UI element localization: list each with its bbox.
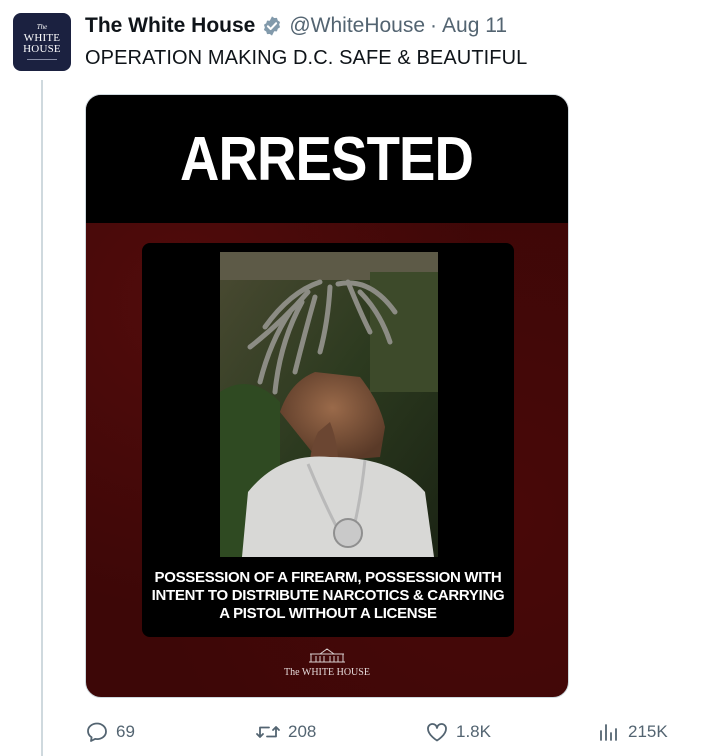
banner-title: ARRESTED [180,124,474,194]
tweet-text: OPERATION MAKING D.C. SAFE & BEAUTIFUL [85,47,528,69]
views-icon [597,720,621,744]
display-name[interactable]: The White House [85,14,255,38]
repost-button[interactable]: 208 [255,720,316,744]
white-house-building-icon [309,648,345,663]
tweet-date[interactable]: Aug 11 [442,14,507,38]
handle[interactable]: @WhiteHouse [289,14,425,38]
suspect-photo [220,252,438,557]
charges-line-3: A PISTOL WITHOUT A LICENSE [219,605,437,622]
repost-count: 208 [288,722,317,741]
tweet-media[interactable]: ARRESTED POSSESSION OF A FIREARM, POSSES… [85,94,569,698]
avatar-rule [27,59,57,60]
charges-line-1: POSSESSION OF A FIREARM, POSSESSION WITH [154,569,502,586]
avatar-line-1: The [36,23,48,31]
white-house-logo: The WHITE HOUSE [86,647,568,678]
charges-line-2: INTENT TO DISTRIBUTE NARCOTICS & CARRYIN… [151,587,505,604]
action-bar: 69 208 1.8K 215K [85,720,685,748]
media-banner: ARRESTED [86,95,568,223]
mugshot-card: POSSESSION OF A FIREARM, POSSESSION WITH… [142,243,514,637]
heart-icon [425,720,449,744]
views-button[interactable]: 215K [597,720,668,744]
tweet-header: The White House @WhiteHouse · Aug 11 [85,14,507,38]
charges-text: POSSESSION OF A FIREARM, POSSESSION WITH… [142,569,514,623]
like-count: 1.8K [456,722,491,741]
views-count: 215K [628,722,668,741]
reply-count: 69 [116,722,135,741]
like-button[interactable]: 1.8K [425,720,491,744]
footer-wordmark: The WHITE HOUSE [284,667,370,678]
separator: · [430,14,438,37]
avatar-line-3: HOUSE [23,43,61,55]
reply-button[interactable]: 69 [85,720,135,744]
thread-line [41,80,43,756]
verified-badge-icon[interactable] [261,15,283,37]
repost-icon [255,720,281,744]
avatar[interactable]: The WHITE HOUSE [13,13,71,71]
reply-icon [85,720,109,744]
